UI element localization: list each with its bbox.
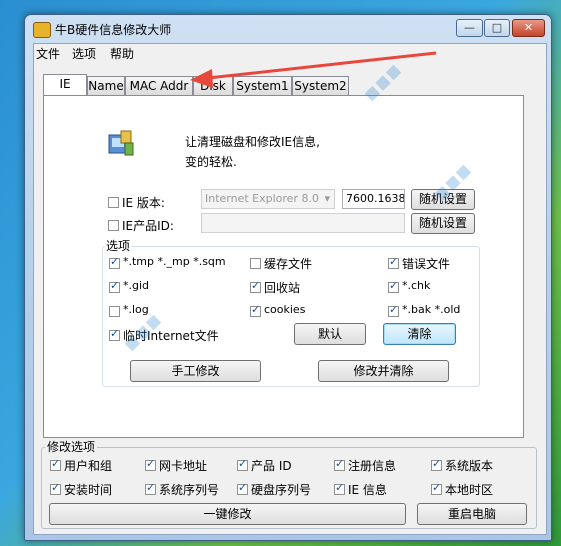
annotation-arrow-icon [190,51,437,88]
